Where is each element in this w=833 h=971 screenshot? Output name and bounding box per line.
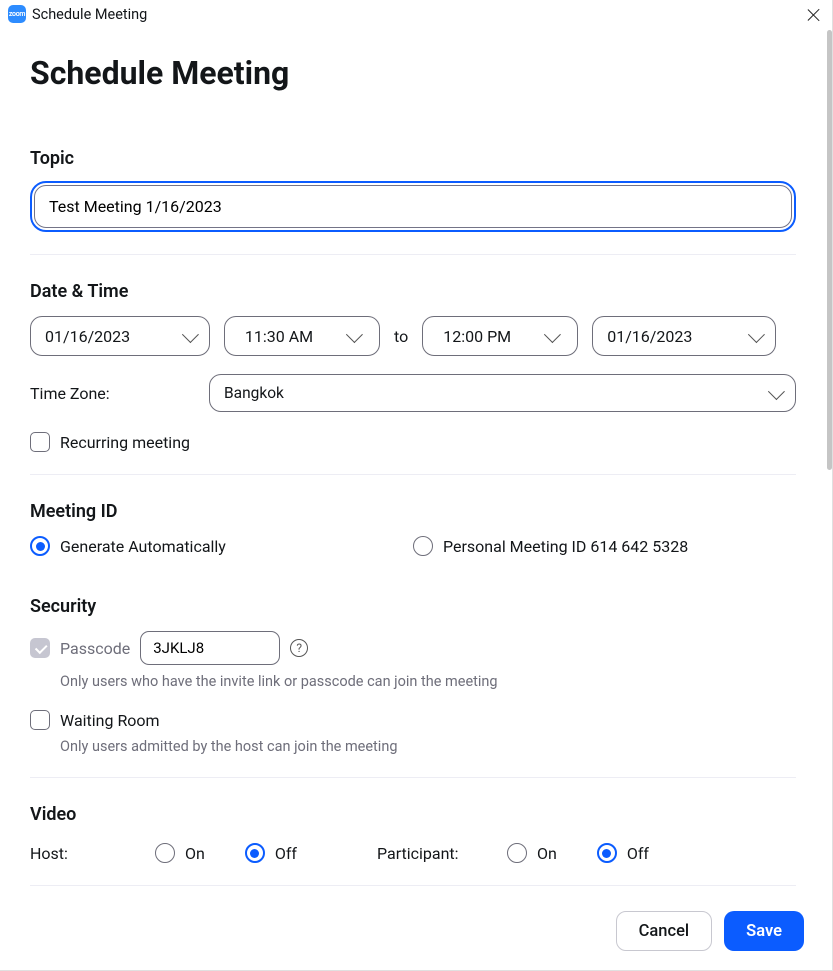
video-label: Video (30, 804, 796, 825)
timezone-label: Time Zone: (30, 384, 195, 403)
radio-selected-icon (30, 536, 50, 556)
end-time-value: 12:00 PM (443, 327, 511, 346)
passcode-input[interactable] (140, 631, 280, 665)
meeting-id-auto-label: Generate Automatically (60, 537, 226, 556)
divider (30, 885, 796, 886)
radio-selected-icon (245, 843, 265, 863)
cancel-button[interactable]: Cancel (616, 911, 713, 951)
radio-unselected-icon (507, 843, 527, 863)
zoom-app-icon: zoom (8, 5, 26, 23)
meeting-id-auto-option[interactable]: Generate Automatically (30, 536, 226, 556)
chevron-down-icon (768, 383, 785, 400)
end-time-picker[interactable]: 12:00 PM (422, 316, 578, 356)
passcode-checkbox[interactable] (30, 638, 50, 658)
video-participant-label: Participant: (377, 844, 507, 863)
topic-input-focus-ring (30, 181, 796, 232)
chevron-down-icon (748, 326, 765, 343)
start-time-picker[interactable]: 11:30 AM (224, 316, 380, 356)
option-off-label: Off (275, 844, 297, 863)
meeting-id-personal-option[interactable]: Personal Meeting ID 614 642 5328 (413, 536, 688, 556)
close-icon[interactable] (806, 7, 822, 23)
divider (30, 474, 796, 475)
save-button[interactable]: Save (724, 911, 804, 951)
footer: Cancel Save (0, 892, 832, 970)
start-date-value: 01/16/2023 (45, 327, 130, 346)
start-time-value: 11:30 AM (245, 327, 313, 346)
video-participant-on-option[interactable]: On (507, 843, 557, 863)
video-host-off-option[interactable]: Off (245, 843, 297, 863)
scrollbar[interactable] (827, 30, 832, 470)
option-on-label: On (185, 844, 205, 863)
chevron-down-icon (346, 326, 363, 343)
passcode-hint: Only users who have the invite link or p… (60, 673, 796, 690)
schedule-meeting-window: zoom Schedule Meeting Schedule Meeting T… (0, 0, 833, 971)
to-label: to (394, 327, 408, 346)
recurring-meeting-checkbox[interactable] (30, 432, 50, 452)
date-time-label: Date & Time (30, 281, 796, 302)
option-on-label: On (537, 844, 557, 863)
topic-label: Topic (30, 148, 796, 169)
option-off-label: Off (627, 844, 649, 863)
radio-selected-icon (597, 843, 617, 863)
video-host-on-option[interactable]: On (155, 843, 205, 863)
end-date-picker[interactable]: 01/16/2023 (592, 316, 776, 356)
video-participant-off-option[interactable]: Off (597, 843, 649, 863)
help-icon[interactable]: ? (290, 639, 308, 657)
chevron-down-icon (544, 326, 561, 343)
topic-input[interactable] (34, 185, 792, 228)
meeting-id-label: Meeting ID (30, 501, 796, 522)
page-title: Schedule Meeting (30, 54, 796, 92)
security-label: Security (30, 596, 796, 617)
divider (30, 777, 796, 778)
meeting-id-personal-label: Personal Meeting ID 614 642 5328 (443, 537, 688, 556)
titlebar-text: Schedule Meeting (32, 6, 147, 23)
recurring-meeting-label: Recurring meeting (60, 433, 190, 452)
form-scroll-area[interactable]: Schedule Meeting Topic Date & Time 01/16… (0, 28, 826, 892)
passcode-label: Passcode (60, 639, 130, 658)
chevron-down-icon (182, 326, 199, 343)
waiting-room-hint: Only users admitted by the host can join… (60, 738, 796, 755)
divider (30, 254, 796, 255)
radio-unselected-icon (413, 536, 433, 556)
timezone-select[interactable]: Bangkok (209, 374, 796, 412)
radio-unselected-icon (155, 843, 175, 863)
start-date-picker[interactable]: 01/16/2023 (30, 316, 210, 356)
video-host-label: Host: (30, 844, 155, 863)
timezone-value: Bangkok (224, 384, 284, 402)
titlebar: zoom Schedule Meeting (0, 0, 832, 28)
end-date-value: 01/16/2023 (607, 327, 692, 346)
waiting-room-checkbox[interactable] (30, 710, 50, 730)
waiting-room-label: Waiting Room (60, 711, 160, 730)
